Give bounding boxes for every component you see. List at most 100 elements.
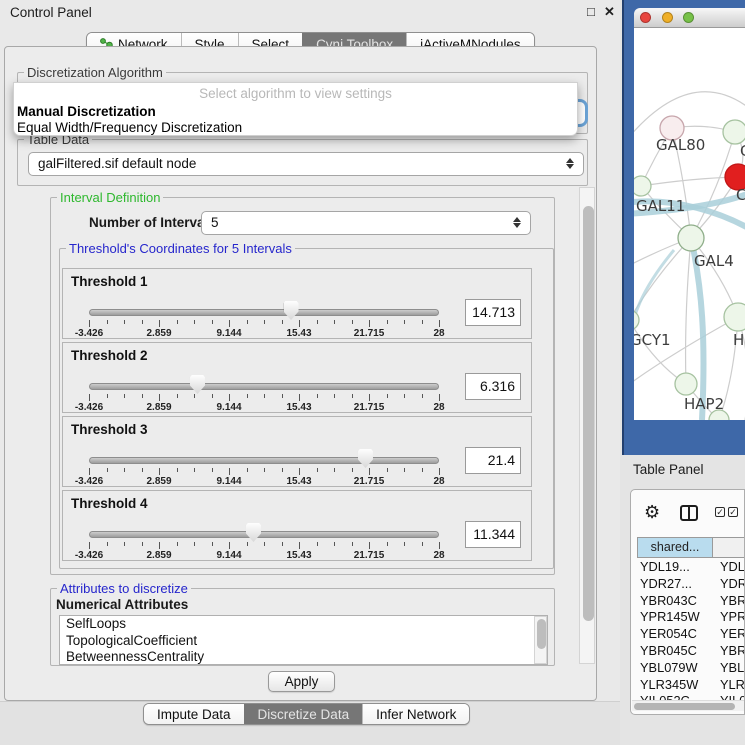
- table-row[interactable]: YER054CYER0: [637, 626, 745, 643]
- slider-tick: [282, 320, 283, 324]
- float-window-icon[interactable]: □: [587, 4, 595, 19]
- slider-tick-label: 15.43: [277, 476, 321, 487]
- table-row[interactable]: YDR27...YDR2: [637, 576, 745, 593]
- network-node-gal11[interactable]: [634, 176, 651, 196]
- attribute-item[interactable]: SelfLoops: [60, 616, 547, 633]
- slider-handle[interactable]: [246, 523, 261, 542]
- table-row[interactable]: YLR345WYLR3: [637, 677, 745, 694]
- number-of-intervals-combo[interactable]: 5: [201, 211, 531, 235]
- slider-tick: [264, 542, 265, 546]
- table-row[interactable]: YPR145WYPR1: [637, 609, 745, 626]
- maximize-traffic-light-icon[interactable]: [683, 12, 694, 23]
- slider-tick: [404, 468, 405, 472]
- slider-tick: [107, 394, 108, 398]
- table-header-cell[interactable]: n: [713, 537, 745, 558]
- network-node-hap2[interactable]: [675, 373, 697, 395]
- network-node-label: GCY1: [634, 331, 671, 349]
- tab-impute-data[interactable]: Impute Data: [144, 704, 244, 724]
- threshold-row: Threshold 2-3.4262.8599.14415.4321.71528…: [62, 342, 532, 413]
- slider-tick-label: 2.859: [137, 550, 181, 561]
- table-cell: YER054C: [637, 626, 713, 643]
- apply-button[interactable]: Apply: [268, 671, 335, 692]
- dropdown-option[interactable]: Equal Width/Frequency Discretization: [14, 120, 577, 136]
- threshold-value-field[interactable]: 11.344: [465, 521, 521, 548]
- slider-track[interactable]: [89, 383, 439, 390]
- slider-tick-label: 9.144: [207, 476, 251, 487]
- slider-tick-label: 28: [417, 328, 461, 339]
- threshold-value-field[interactable]: 6.316: [465, 373, 521, 400]
- close-traffic-light-icon[interactable]: [640, 12, 651, 23]
- slider-tick: [439, 542, 440, 549]
- network-node-h[interactable]: [724, 303, 745, 331]
- network-window-titlebar[interactable]: [634, 8, 745, 28]
- network-node-label: G: [740, 142, 745, 160]
- attributes-scrollbar[interactable]: [534, 616, 547, 664]
- threshold-label: Threshold 2: [71, 348, 148, 363]
- interval-definition-label: Interval Definition: [57, 190, 163, 205]
- slider-tick: [247, 320, 248, 324]
- table-horizontal-scrollbar[interactable]: [632, 700, 744, 711]
- attributes-group: Attributes to discretize Numerical Attri…: [50, 588, 555, 666]
- table-row[interactable]: YBL079WYBL0: [637, 660, 745, 677]
- network-node-gal4[interactable]: [678, 225, 704, 251]
- attribute-item[interactable]: TopologicalCoefficient: [60, 633, 547, 650]
- dropdown-option[interactable]: Manual Discretization: [14, 104, 577, 120]
- combo-stepper-icon: [566, 157, 575, 170]
- table-hscrollbar-thumb[interactable]: [634, 703, 735, 710]
- slider-handle[interactable]: [358, 449, 373, 468]
- table-cell: YPR145W: [637, 609, 713, 626]
- slider-tick: [177, 468, 178, 472]
- checkbox-icon[interactable]: ✓: [715, 507, 725, 517]
- checkbox-icon[interactable]: ✓: [728, 507, 738, 517]
- network-node-gcy1[interactable]: [634, 310, 639, 330]
- control-panel-titlebar[interactable]: Control Panel □ ✕: [0, 0, 620, 26]
- tab-infer-network[interactable]: Infer Network: [362, 704, 469, 724]
- slider-tick: [212, 394, 213, 398]
- attributes-scrollbar-thumb[interactable]: [537, 619, 546, 649]
- slider-track[interactable]: [89, 531, 439, 538]
- slider-tick: [194, 468, 195, 472]
- slider-tick: [352, 542, 353, 546]
- panel-scrollbar[interactable]: [579, 187, 595, 664]
- slider-tick: [177, 320, 178, 324]
- close-icon[interactable]: ✕: [604, 4, 615, 20]
- panel-scrollbar-thumb[interactable]: [583, 206, 594, 621]
- slider-tick: [247, 394, 248, 398]
- columns-icon[interactable]: [680, 505, 698, 521]
- tab-discretize-data[interactable]: Discretize Data: [244, 704, 363, 724]
- slider-handle[interactable]: [190, 375, 205, 394]
- slider-tick: [282, 394, 283, 398]
- slider-tick: [282, 542, 283, 546]
- combo-stepper-icon: [513, 216, 522, 229]
- table-row[interactable]: YIL052CYIL0: [637, 693, 745, 700]
- slider-tick: [387, 468, 388, 472]
- network-canvas[interactable]: GAL80GCGAL11GAL4GCY1HHAP2: [634, 28, 745, 420]
- slider-tick: [177, 394, 178, 398]
- table-data-combo[interactable]: galFiltered.sif default node: [28, 152, 584, 176]
- gear-icon[interactable]: ⚙: [644, 503, 660, 521]
- table-row[interactable]: YDL19...YDL1: [637, 559, 745, 576]
- slider-tick-label: 28: [417, 550, 461, 561]
- slider-tick: [334, 468, 335, 472]
- slider-track[interactable]: [89, 457, 439, 464]
- table-row[interactable]: YBR043CYBR0: [637, 593, 745, 610]
- slider-tick: [422, 320, 423, 324]
- slider-handle[interactable]: [284, 301, 299, 320]
- table-row[interactable]: YBR045CYBR0: [637, 643, 745, 660]
- slider-track[interactable]: [89, 309, 439, 316]
- minimize-traffic-light-icon[interactable]: [662, 12, 673, 23]
- slider-tick: [89, 542, 90, 549]
- network-node-g[interactable]: [723, 120, 745, 144]
- numerical-attributes-list[interactable]: SelfLoopsTopologicalCoefficientBetweenne…: [59, 615, 548, 665]
- attribute-item[interactable]: BetweennessCentrality: [60, 649, 547, 665]
- table-cell: YDL1: [713, 559, 745, 576]
- table-panel: ⚙ ✓ ✓ shared...n YDL19...YDL1YDR27...YDR…: [630, 489, 745, 715]
- bottom-tab-bar: Impute DataDiscretize DataInfer Network: [143, 703, 470, 725]
- threshold-value-field[interactable]: 14.713: [465, 299, 521, 326]
- slider-tick: [124, 394, 125, 398]
- threshold-value-field[interactable]: 21.4: [465, 447, 521, 474]
- table-header-cell[interactable]: shared...: [637, 537, 713, 558]
- network-graph[interactable]: GAL80GCGAL11GAL4GCY1HHAP2: [634, 28, 745, 420]
- slider-tick: [317, 394, 318, 398]
- slider-tick: [299, 542, 300, 549]
